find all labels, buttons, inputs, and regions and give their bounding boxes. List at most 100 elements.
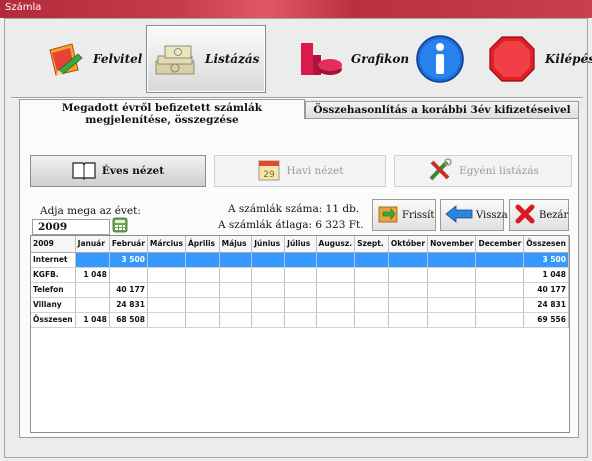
column-header[interactable]: Április [185, 236, 220, 253]
column-header[interactable]: November [427, 236, 477, 253]
calculator-button[interactable] [110, 216, 130, 236]
table-cell[interactable] [284, 267, 317, 283]
table-cell[interactable] [388, 267, 429, 283]
table-cell[interactable] [109, 267, 148, 283]
table-cell[interactable] [475, 312, 525, 328]
column-header[interactable]: Összesen [523, 236, 569, 253]
table-cell[interactable] [147, 282, 186, 298]
table-cell[interactable] [316, 252, 356, 268]
tab-yearly-invoices[interactable]: Megadott évről befizetett számlák megjel… [19, 99, 305, 126]
column-header[interactable]: Augusz. [316, 236, 356, 253]
table-cell[interactable] [219, 312, 253, 328]
row-label[interactable]: Telefon [31, 282, 76, 298]
table-cell[interactable] [251, 297, 286, 313]
table-cell[interactable] [251, 282, 286, 298]
table-cell[interactable] [75, 282, 110, 298]
table-cell[interactable] [388, 282, 429, 298]
table-cell[interactable] [316, 297, 356, 313]
table-cell[interactable]: 1 048 [523, 267, 569, 283]
row-label[interactable]: KGFB. [31, 267, 76, 283]
table-cell[interactable]: 68 508 [109, 312, 148, 328]
table-cell[interactable]: 24 831 [109, 297, 148, 313]
year-input[interactable]: 2009 [32, 219, 110, 235]
table-cell[interactable]: 69 556 [523, 312, 569, 328]
vissza-button[interactable]: Vissza [440, 199, 508, 231]
column-header[interactable]: Február [109, 236, 148, 253]
table-cell[interactable] [284, 252, 317, 268]
table-cell[interactable] [427, 282, 477, 298]
table-cell[interactable] [388, 297, 429, 313]
column-header[interactable]: Március [147, 236, 186, 253]
kilepes-button[interactable]: Kilépés [481, 25, 592, 93]
table-cell[interactable]: 40 177 [523, 282, 569, 298]
table-row[interactable]: Internet 3 500 3 500 [31, 252, 569, 268]
table-cell[interactable] [475, 282, 525, 298]
table-cell[interactable] [475, 267, 525, 283]
table-cell[interactable] [219, 282, 253, 298]
table-cell[interactable] [284, 297, 317, 313]
bezar-button[interactable]: Bezár [509, 199, 569, 231]
row-label[interactable]: Internet [31, 252, 76, 268]
column-header[interactable]: 2009 [31, 236, 76, 253]
table-row[interactable]: KGFB. 1 048 1 048 [31, 267, 569, 283]
table-cell[interactable] [147, 267, 186, 283]
table-cell[interactable] [427, 297, 477, 313]
table-cell[interactable]: 3 500 [523, 252, 569, 268]
table-cell[interactable] [316, 282, 356, 298]
table-cell[interactable] [316, 267, 356, 283]
table-cell[interactable] [388, 252, 429, 268]
table-cell[interactable]: 40 177 [109, 282, 148, 298]
table-cell[interactable] [185, 267, 220, 283]
table-row[interactable]: Összesen 1 048 68 508 69 556 [31, 312, 569, 328]
felvitel-button[interactable]: Felvitel [39, 25, 149, 93]
table-cell[interactable] [219, 252, 253, 268]
column-header[interactable]: Július [284, 236, 317, 253]
row-label[interactable]: Villany [31, 297, 76, 313]
grafikon-button[interactable]: Grafikon [293, 25, 409, 93]
column-header[interactable]: December [475, 236, 525, 253]
table-cell[interactable] [354, 312, 389, 328]
table-cell[interactable] [219, 267, 253, 283]
table-cell[interactable] [147, 252, 186, 268]
egyeni-listazas-button[interactable]: Egyéni listázás [394, 155, 572, 187]
column-header[interactable]: Május [219, 236, 253, 253]
table-cell[interactable] [427, 252, 477, 268]
table-cell[interactable] [75, 252, 110, 268]
table-cell[interactable] [354, 297, 389, 313]
window-titlebar[interactable]: Számla [0, 0, 592, 18]
table-cell[interactable] [251, 267, 286, 283]
havi-nezet-button[interactable]: 29 Havi nézet [214, 155, 386, 187]
table-cell[interactable]: 3 500 [109, 252, 148, 268]
tab-comparison[interactable]: Összehasonlítás a korábbi 3év kifizetése… [305, 101, 579, 119]
table-cell[interactable] [475, 297, 525, 313]
column-header[interactable]: Október [388, 236, 429, 253]
listazas-button[interactable]: Listázás [146, 25, 266, 93]
table-cell[interactable] [185, 282, 220, 298]
table-cell[interactable]: 1 048 [75, 312, 110, 328]
table-cell[interactable]: 24 831 [523, 297, 569, 313]
table-cell[interactable] [219, 297, 253, 313]
table-row[interactable]: Villany 24 831 24 831 [31, 297, 569, 313]
row-label[interactable]: Összesen [31, 312, 76, 328]
table-row[interactable]: Telefon 40 177 40 177 [31, 282, 569, 298]
table-cell[interactable] [354, 267, 389, 283]
table-cell[interactable] [185, 297, 220, 313]
table-cell[interactable] [316, 312, 356, 328]
column-header[interactable]: Szept. [354, 236, 389, 253]
table-cell[interactable] [251, 312, 286, 328]
table-cell[interactable] [388, 312, 429, 328]
eves-nezet-button[interactable]: Éves nézet [30, 155, 206, 187]
column-header[interactable]: Június [251, 236, 286, 253]
column-header[interactable]: Január [75, 236, 110, 253]
table-cell[interactable] [427, 312, 477, 328]
invoice-grid[interactable]: 2009 Január Február Március Április Május Júni… [30, 235, 570, 433]
table-cell[interactable] [354, 282, 389, 298]
table-cell[interactable]: 1 048 [75, 267, 110, 283]
table-cell[interactable] [354, 252, 389, 268]
table-cell[interactable] [251, 252, 286, 268]
frissit-button[interactable]: Frissít [372, 199, 436, 231]
table-cell[interactable] [185, 312, 220, 328]
table-cell[interactable] [185, 252, 220, 268]
table-cell[interactable] [147, 312, 186, 328]
table-cell[interactable] [427, 267, 477, 283]
